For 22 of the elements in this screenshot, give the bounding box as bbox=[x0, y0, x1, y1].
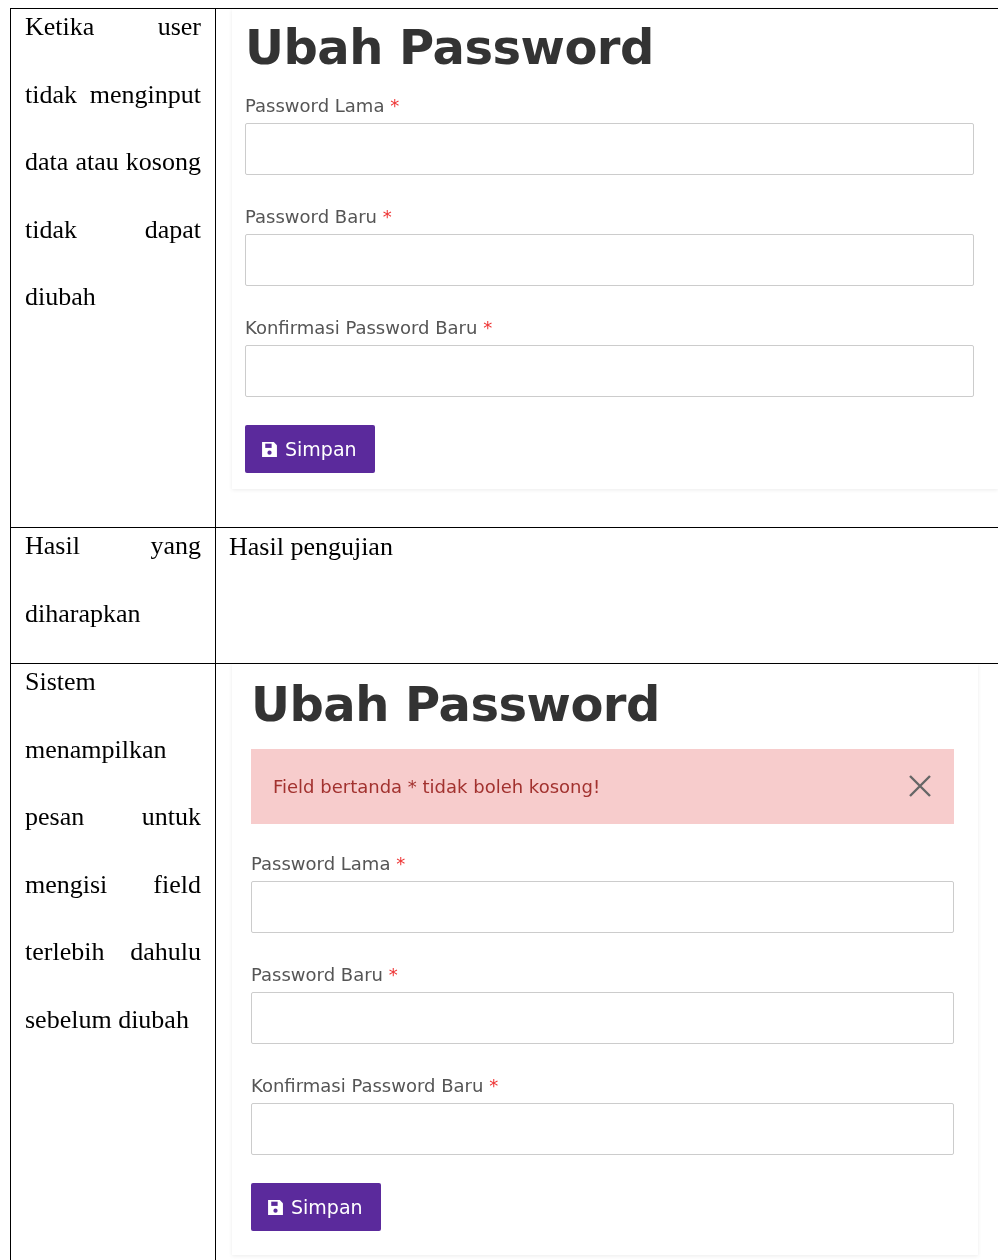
save-button[interactable]: Simpan bbox=[245, 424, 375, 474]
field-label: Password Lama * bbox=[245, 93, 401, 118]
page-title: Ubah Password bbox=[251, 678, 661, 731]
alert-message: Field bertanda * tidak boleh kosong! bbox=[273, 774, 601, 799]
field-label: Password Baru * bbox=[245, 204, 393, 229]
password-field[interactable] bbox=[245, 122, 974, 175]
description-text: Sistem menampilkan pesan untuk mengisi field terlebih dahulu sebelum diubah bbox=[24, 666, 202, 1036]
description-text: Ketika user tidak menginput data atau kosong tidak dapat diubah bbox=[24, 11, 202, 313]
save-button[interactable]: Simpan bbox=[251, 1182, 381, 1232]
field-label: Password Baru * bbox=[251, 962, 399, 987]
password-field[interactable] bbox=[251, 1102, 954, 1155]
password-field[interactable] bbox=[245, 344, 974, 397]
page-title: Ubah Password bbox=[245, 21, 655, 74]
password-field[interactable] bbox=[251, 991, 954, 1044]
result-heading-text: Hasil pengujian bbox=[228, 531, 394, 563]
field-label: Konfirmasi Password Baru * bbox=[251, 1073, 500, 1098]
description-text: Hasil yang diharapkan bbox=[24, 530, 202, 630]
close-icon[interactable] bbox=[908, 774, 932, 799]
field-label: Password Lama * bbox=[251, 851, 407, 876]
password-field[interactable] bbox=[251, 880, 954, 933]
password-field[interactable] bbox=[245, 233, 974, 286]
field-label: Konfirmasi Password Baru * bbox=[245, 315, 494, 340]
